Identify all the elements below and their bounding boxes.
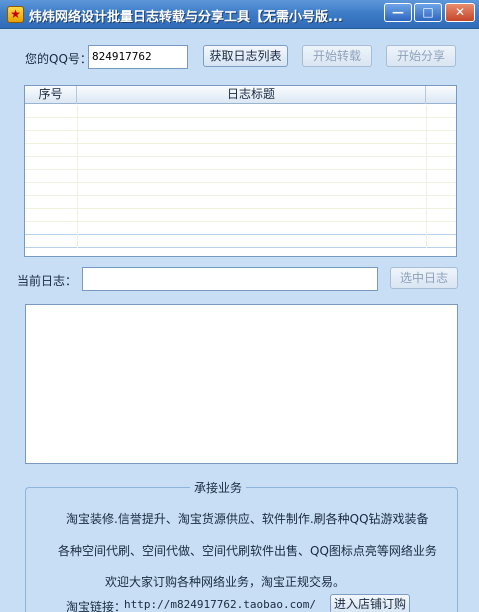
taobao-link-label: 淘宝链接：: [66, 600, 127, 612]
select-log-button[interactable]: 选中日志: [390, 267, 458, 289]
table-row[interactable]: [25, 209, 456, 222]
close-button[interactable]: ✕: [445, 3, 475, 22]
table-row[interactable]: [25, 144, 456, 157]
services-line-3: 欢迎大家订购各种网络业务，淘宝正规交易。: [105, 575, 346, 589]
start-share-button[interactable]: 开始分享: [386, 45, 456, 67]
services-line-2: 各种空间代刷、空间代做、空间代刷软件出售、QQ图标点亮等网络业务: [58, 544, 437, 558]
table-row[interactable]: [25, 235, 456, 248]
table-header: 序号 日志标题: [25, 86, 456, 104]
table-row[interactable]: [25, 196, 456, 209]
window-title: 炜炜网络设计批量日志转载与分享工具【无需小号版...: [29, 10, 343, 25]
column-header-title[interactable]: 日志标题: [77, 86, 426, 104]
table-row[interactable]: [25, 131, 456, 144]
app-star-icon: ★: [7, 6, 24, 23]
log-list-table[interactable]: 序号 日志标题: [24, 85, 457, 257]
title-bar[interactable]: ★ 炜炜网络设计批量日志转载与分享工具【无需小号版... — □ ✕: [0, 0, 479, 29]
fetch-log-list-button[interactable]: 获取日志列表: [203, 45, 288, 67]
log-content-area[interactable]: [25, 304, 458, 464]
table-row[interactable]: [25, 118, 456, 131]
column-header-seq[interactable]: 序号: [25, 86, 77, 104]
current-log-input[interactable]: [82, 267, 378, 291]
maximize-button[interactable]: □: [414, 3, 442, 22]
start-repost-button[interactable]: 开始转载: [302, 45, 372, 67]
qq-number-input[interactable]: 824917762: [88, 45, 188, 69]
column-header-extra[interactable]: [426, 86, 456, 104]
table-body: [25, 105, 456, 248]
table-row[interactable]: [25, 222, 456, 235]
minimize-button[interactable]: —: [384, 3, 412, 22]
enter-shop-button[interactable]: 进入店铺订购: [330, 594, 410, 612]
services-line-1: 淘宝装修.信誉提升、淘宝货源供应、软件制作.刷各种QQ钻游戏装备: [66, 512, 429, 526]
taobao-link[interactable]: http://m824917762.taobao.com/: [124, 598, 316, 611]
current-log-label: 当前日志：: [17, 274, 78, 288]
services-title: 承接业务: [190, 479, 247, 496]
table-row[interactable]: [25, 170, 456, 183]
qq-label: 您的QQ号：: [25, 52, 92, 66]
table-row[interactable]: [25, 157, 456, 170]
table-row[interactable]: [25, 105, 456, 118]
table-row[interactable]: [25, 183, 456, 196]
